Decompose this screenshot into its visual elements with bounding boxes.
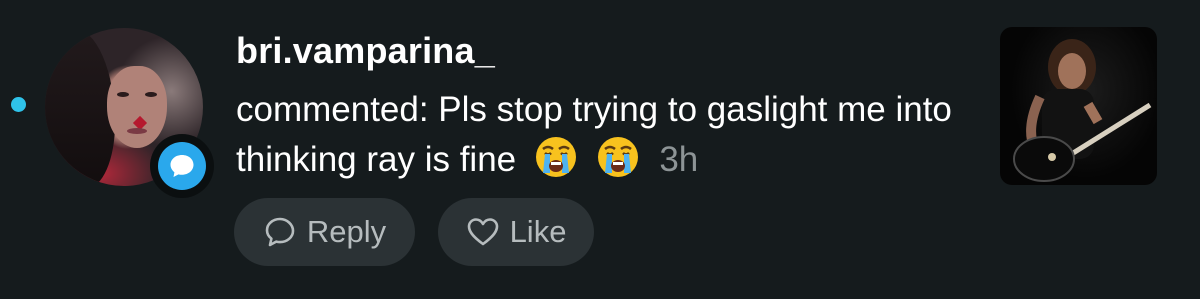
comment-body: commented: Pls stop trying to gaslight m…: [236, 90, 952, 179]
unread-indicator: [11, 97, 26, 112]
reply-button[interactable]: Reply: [234, 198, 415, 266]
loudly-crying-face-icon: [597, 137, 638, 177]
like-button[interactable]: Like: [438, 198, 594, 266]
username[interactable]: bri.vamparina_: [236, 30, 495, 72]
comment-badge: [150, 134, 214, 198]
comment-bubble-icon: [170, 155, 194, 177]
loudly-crying-face-icon: [535, 137, 576, 177]
guitarist-image: [1013, 39, 1152, 182]
speech-bubble-icon: [265, 217, 295, 247]
post-thumbnail[interactable]: [1000, 27, 1157, 185]
timestamp: 3h: [659, 140, 699, 179]
reply-label: Reply: [306, 214, 387, 249]
comment-text: commented: Pls stop trying to gaslight m…: [236, 85, 966, 185]
like-label: Like: [509, 214, 567, 249]
heart-icon: [467, 218, 498, 246]
